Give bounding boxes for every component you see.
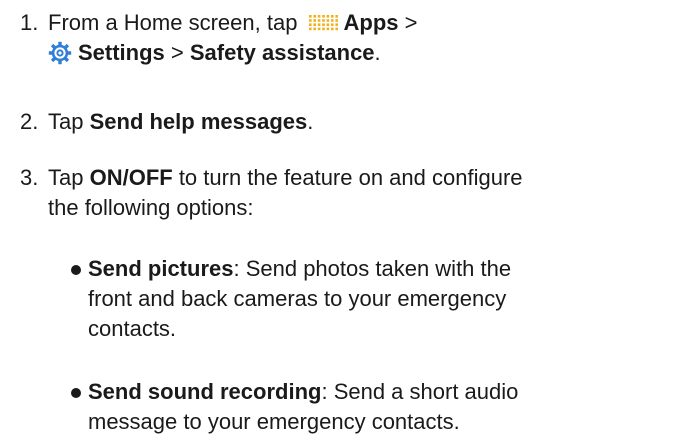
bullet-1-line-2: front and back cameras to your emergency bbox=[88, 286, 507, 311]
step-1-separator: > bbox=[164, 40, 190, 65]
step-text: Tap Send help messages. bbox=[48, 107, 678, 137]
apps-grid-dot bbox=[326, 23, 329, 26]
apps-grid-dot bbox=[317, 15, 320, 18]
apps-grid-dot bbox=[317, 23, 320, 26]
bullet-1-line-3: contacts. bbox=[88, 316, 177, 341]
apps-grid-dot bbox=[312, 27, 316, 31]
step-number: 2. bbox=[20, 109, 39, 134]
step-2-end: . bbox=[307, 109, 314, 134]
step-3-rest: to turn the feature on and configure bbox=[172, 165, 523, 190]
apps-grid-dot bbox=[308, 15, 312, 18]
bullet-1-line-1: Send pictures: Send photos taken with th… bbox=[88, 254, 688, 284]
bullet-text: Send sound recording: Send a short audio… bbox=[88, 377, 688, 437]
apps-grid-dot bbox=[330, 19, 334, 22]
apps-grid-dot bbox=[321, 19, 325, 22]
settings-gear-icon bbox=[48, 41, 72, 65]
apps-grid-dot bbox=[308, 19, 312, 22]
send-sound-recording-label: Send sound recording bbox=[88, 379, 322, 404]
step-3-line-2: the following options: bbox=[48, 195, 254, 220]
apps-grid-dot bbox=[334, 27, 338, 31]
send-pictures-label: Send pictures bbox=[88, 256, 234, 281]
apps-grid-dot bbox=[308, 27, 312, 31]
apps-grid-dot bbox=[317, 19, 320, 22]
apps-grid-dot bbox=[330, 15, 334, 18]
apps-grid-dot bbox=[330, 23, 334, 26]
step-1-chevron: > bbox=[398, 10, 418, 35]
apps-grid-dot bbox=[321, 23, 325, 26]
apps-grid-dot bbox=[317, 27, 320, 31]
bullet-2-line-1: Send sound recording: Send a short audio bbox=[88, 377, 688, 407]
apps-grid-dot bbox=[326, 27, 329, 31]
bullet-dot bbox=[71, 265, 81, 275]
document-page: 1. From a Home screen, tap Apps > Settin… bbox=[0, 0, 699, 442]
apps-grid-dot bbox=[312, 19, 316, 22]
apps-label: Apps bbox=[343, 10, 399, 35]
apps-grid-dot bbox=[330, 27, 334, 31]
step-3-prefix: Tap bbox=[48, 165, 90, 190]
apps-grid-icon bbox=[308, 15, 338, 31]
apps-grid-dot bbox=[321, 27, 325, 31]
step-1-prefix: From a Home screen, tap bbox=[48, 10, 304, 35]
apps-grid-dot bbox=[334, 15, 338, 18]
step-number: 3. bbox=[20, 165, 39, 190]
apps-grid-dot bbox=[326, 19, 329, 22]
step-1-end: . bbox=[374, 40, 381, 65]
settings-label: Settings bbox=[78, 40, 165, 65]
apps-grid-dot bbox=[308, 23, 312, 26]
step-3-line-1: Tap ON/OFF to turn the feature on and co… bbox=[48, 163, 678, 193]
safety-assistance-label: Safety assistance bbox=[189, 40, 375, 65]
bullet-2-rest: : Send a short audio bbox=[321, 379, 519, 404]
step-2-prefix: Tap bbox=[48, 109, 90, 134]
bullet-2-line-2: message to your emergency contacts. bbox=[88, 409, 460, 434]
step-text: Tap ON/OFF to turn the feature on and co… bbox=[48, 163, 678, 223]
apps-grid-dot bbox=[312, 23, 316, 26]
step-text: From a Home screen, tap Apps > Settings … bbox=[48, 8, 678, 68]
send-help-messages-label: Send help messages bbox=[89, 109, 308, 134]
step-number: 1. bbox=[20, 10, 39, 35]
step-1-line-2: Settings > Safety assistance. bbox=[48, 38, 678, 68]
apps-grid-dot bbox=[321, 15, 325, 18]
apps-grid-dot bbox=[334, 23, 338, 26]
apps-grid-dot bbox=[326, 15, 329, 18]
apps-grid-dot bbox=[334, 19, 338, 22]
step-1-line-1: From a Home screen, tap Apps > bbox=[48, 8, 678, 38]
bullet-text: Send pictures: Send photos taken with th… bbox=[88, 254, 688, 344]
on-off-label: ON/OFF bbox=[89, 165, 173, 190]
bullet-dot bbox=[71, 388, 81, 398]
apps-grid-dot bbox=[312, 15, 316, 18]
bullet-1-rest: : Send photos taken with the bbox=[233, 256, 512, 281]
